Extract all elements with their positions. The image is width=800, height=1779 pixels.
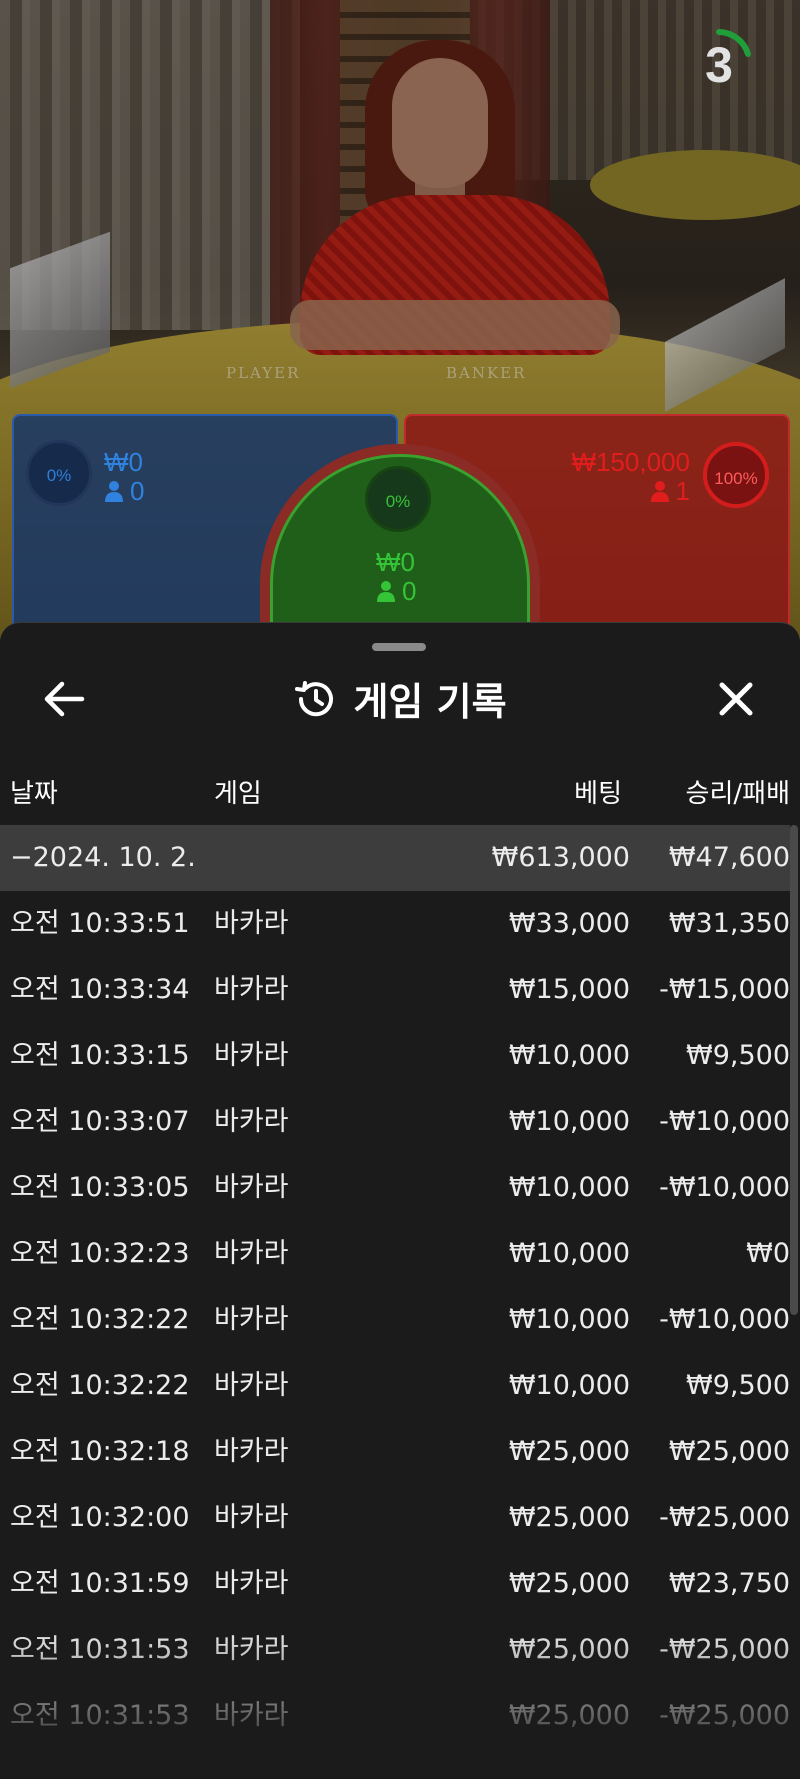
person-icon: [650, 481, 669, 502]
row-game: 바카라: [214, 1634, 289, 1665]
row-time: 오전 10:33:34: [10, 974, 190, 1005]
row-result: ₩9,500: [686, 1040, 790, 1071]
row-bet: ₩10,000: [508, 1040, 630, 1071]
row-time: 오전 10:31:59: [10, 1568, 190, 1599]
day-label: −2024. 10. 2.: [10, 842, 196, 873]
player-percent: 0%: [26, 440, 92, 506]
person-icon: [105, 481, 123, 502]
history-row[interactable]: 오전 10:32:18 바카라 ₩25,000 ₩25,000: [0, 1419, 790, 1485]
row-game: 바카라: [214, 1568, 289, 1599]
row-bet: ₩25,000: [508, 1568, 630, 1599]
row-time: 오전 10:32:23: [10, 1238, 190, 1269]
history-row[interactable]: 오전 10:33:34 바카라 ₩15,000 -₩15,000: [0, 957, 790, 1023]
row-bet: ₩10,000: [508, 1106, 630, 1137]
row-result: ₩31,350: [668, 908, 790, 939]
history-row[interactable]: 오전 10:33:51 바카라 ₩33,000 ₩31,350: [0, 891, 790, 957]
row-game: 바카라: [214, 1370, 289, 1401]
row-result: -₩10,000: [659, 1106, 790, 1137]
row-result: -₩10,000: [659, 1304, 790, 1335]
row-time: 오전 10:33:07: [10, 1106, 190, 1137]
row-result: ₩0: [746, 1238, 790, 1269]
row-result: ₩25,000: [668, 1436, 790, 1467]
row-game: 바카라: [214, 1502, 289, 1533]
row-bet: ₩10,000: [508, 1304, 630, 1335]
row-time: 오전 10:32:22: [10, 1304, 190, 1335]
player-count: 0: [104, 477, 144, 505]
panel-header: 게임 기록: [0, 671, 800, 731]
row-game: 바카라: [214, 974, 289, 1005]
day-bet-total: ₩613,000: [491, 842, 630, 873]
row-game: 바카라: [214, 1106, 289, 1137]
scrollbar[interactable]: [790, 825, 798, 1315]
row-bet: ₩25,000: [508, 1700, 630, 1731]
row-game: 바카라: [214, 1040, 289, 1071]
tie-percent: 0%: [365, 466, 431, 532]
tie-amount: ₩0: [376, 547, 415, 577]
game-history-panel: 게임 기록 날짜 게임 베팅 승리/패배 −2024. 10. 2. ₩613,…: [0, 622, 800, 1779]
row-result: ₩9,500: [686, 1370, 790, 1401]
day-result-total: ₩47,600: [668, 842, 790, 873]
row-game: 바카라: [214, 1304, 289, 1335]
day-summary-row[interactable]: −2024. 10. 2. ₩613,000 ₩47,600: [0, 825, 790, 891]
row-time: 오전 10:32:18: [10, 1436, 190, 1467]
row-bet: ₩25,000: [508, 1436, 630, 1467]
row-bet: ₩10,000: [508, 1370, 630, 1401]
row-bet: ₩25,000: [508, 1502, 630, 1533]
column-header-game[interactable]: 게임: [214, 773, 262, 810]
row-bet: ₩33,000: [508, 908, 630, 939]
row-game: 바카라: [214, 908, 289, 939]
row-result: -₩25,000: [659, 1502, 790, 1533]
history-row[interactable]: 오전 10:32:00 바카라 ₩25,000 -₩25,000: [0, 1485, 790, 1551]
history-row[interactable]: 오전 10:33:05 바카라 ₩10,000 -₩10,000: [0, 1155, 790, 1221]
history-row[interactable]: 오전 10:32:22 바카라 ₩10,000 ₩9,500: [0, 1353, 790, 1419]
row-result: -₩15,000: [659, 974, 790, 1005]
column-header-date[interactable]: 날짜: [10, 773, 58, 810]
row-time: 오전 10:33:05: [10, 1172, 190, 1203]
row-time: 오전 10:31:53: [10, 1700, 190, 1731]
history-row[interactable]: 오전 10:31:53 바카라 ₩25,000 -₩25,000: [0, 1683, 790, 1749]
history-row[interactable]: 오전 10:31:53 바카라 ₩25,000 -₩25,000: [0, 1617, 790, 1683]
row-game: 바카라: [214, 1172, 289, 1203]
person-icon: [377, 581, 395, 602]
row-time: 오전 10:33:51: [10, 908, 190, 939]
row-game: 바카라: [214, 1238, 289, 1269]
history-row[interactable]: 오전 10:32:23 바카라 ₩10,000 ₩0: [0, 1221, 790, 1287]
player-amount: ₩0: [104, 447, 143, 477]
row-bet: ₩15,000: [508, 974, 630, 1005]
banker-percent: 100%: [703, 442, 769, 508]
history-row[interactable]: 오전 10:33:07 바카라 ₩10,000 -₩10,000: [0, 1089, 790, 1155]
tie-count: 0: [376, 577, 416, 605]
row-time: 오전 10:33:15: [10, 1040, 190, 1071]
row-game: 바카라: [214, 1700, 289, 1731]
row-game: 바카라: [214, 1436, 289, 1467]
history-row[interactable]: 오전 10:33:15 바카라 ₩10,000 ₩9,500: [0, 1023, 790, 1089]
row-bet: ₩10,000: [508, 1238, 630, 1269]
history-clock-icon: [295, 680, 334, 716]
history-row[interactable]: 오전 10:32:22 바카라 ₩10,000 -₩10,000: [0, 1287, 790, 1353]
row-result: ₩23,750: [668, 1568, 790, 1599]
row-result: -₩10,000: [659, 1172, 790, 1203]
row-time: 오전 10:31:53: [10, 1634, 190, 1665]
banker-count: 1: [650, 477, 690, 505]
row-time: 오전 10:32:00: [10, 1502, 190, 1533]
column-header-result[interactable]: 승리/패배: [686, 773, 790, 810]
countdown-timer: 3: [705, 37, 733, 93]
close-icon[interactable]: [706, 669, 766, 729]
panel-title: 게임 기록: [353, 680, 507, 724]
column-header-bet[interactable]: 베팅: [574, 773, 622, 810]
row-time: 오전 10:32:22: [10, 1370, 190, 1401]
drag-handle[interactable]: [372, 643, 426, 651]
banker-amount: ₩150,000: [571, 447, 690, 477]
history-row[interactable]: 오전 10:31:59 바카라 ₩25,000 ₩23,750: [0, 1551, 790, 1617]
row-bet: ₩25,000: [508, 1634, 630, 1665]
row-bet: ₩10,000: [508, 1172, 630, 1203]
row-result: -₩25,000: [659, 1634, 790, 1665]
row-result: -₩25,000: [659, 1700, 790, 1731]
